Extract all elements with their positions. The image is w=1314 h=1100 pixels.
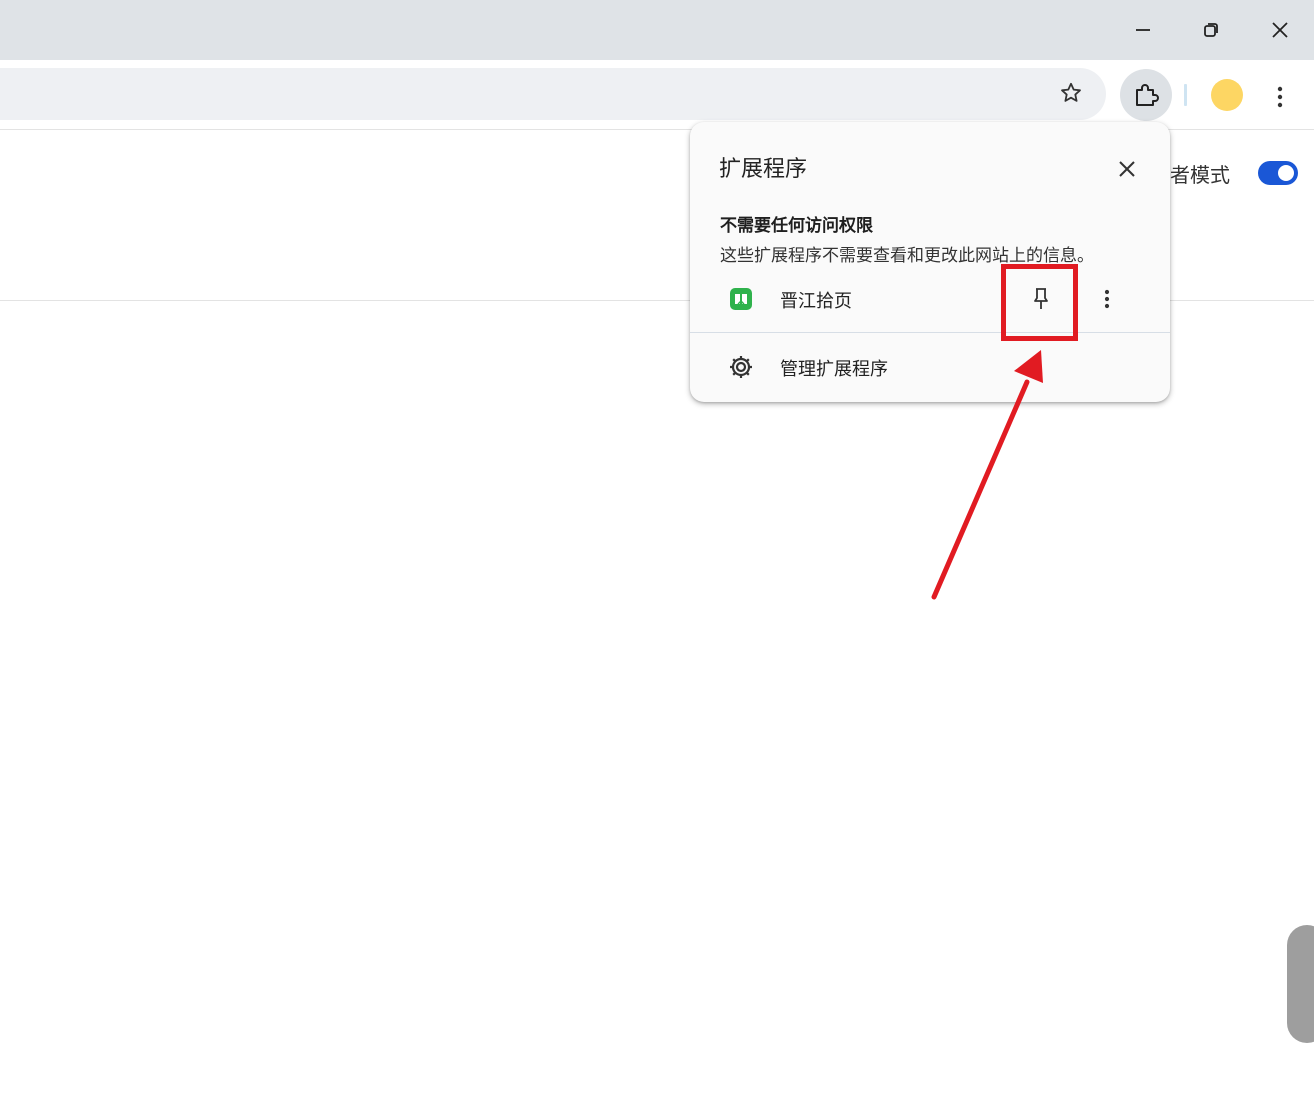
annotation-arrow [931, 350, 1043, 600]
